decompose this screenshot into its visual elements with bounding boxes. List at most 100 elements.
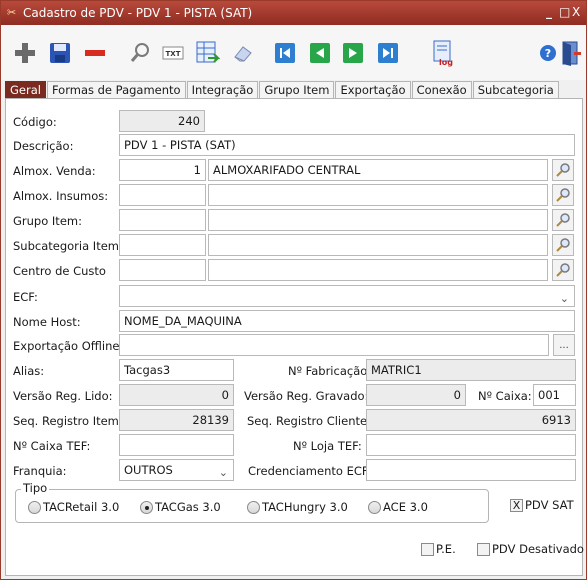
versao-reg-lido-label: Versão Reg. Lido: <box>13 389 113 403</box>
delete-icon[interactable] <box>81 39 109 67</box>
tab-subcategoria[interactable]: Subcategoria <box>472 81 559 99</box>
pe-label: P.E. <box>436 542 456 556</box>
ecf-label: ECF: <box>13 290 38 304</box>
n-caixa-tef-label: Nº Caixa TEF: <box>13 439 91 453</box>
save-icon[interactable] <box>46 39 74 67</box>
app-icon: ✂ <box>7 6 17 19</box>
tab-bar: Geral Formas de Pagamento Integração Gru… <box>5 81 560 99</box>
radio-ace[interactable]: ACE 3.0 <box>368 500 428 514</box>
radio-ace-label: ACE 3.0 <box>383 500 428 514</box>
franquia-select[interactable]: OUTROS ⌄ <box>119 459 234 481</box>
maximize-button[interactable]: □ <box>559 5 570 19</box>
descricao-field[interactable]: PDV 1 - PISTA (SAT) <box>119 134 575 156</box>
exportacao-offline-browse-button[interactable]: ... <box>553 334 575 356</box>
tab-grupo-item[interactable]: Grupo Item <box>259 81 335 99</box>
subcategoria-item-search-button[interactable] <box>552 234 574 256</box>
checkbox-icon <box>477 542 490 556</box>
export-grid-icon[interactable] <box>193 39 221 67</box>
chevron-down-icon: ⌄ <box>559 292 569 305</box>
last-record-icon[interactable] <box>374 39 402 67</box>
svg-text:TXT: TXT <box>166 50 181 58</box>
almox-insumos-search-button[interactable] <box>552 184 574 206</box>
add-icon[interactable] <box>11 39 39 67</box>
first-record-icon[interactable] <box>271 39 299 67</box>
seq-registro-cliente-label: Seq. Registro Cliente: <box>247 414 371 428</box>
almox-insumos-code-field[interactable] <box>119 184 206 206</box>
franquia-label: Franquia: <box>13 464 67 478</box>
log-icon[interactable]: log <box>429 39 457 67</box>
centro-custo-name-field[interactable] <box>208 259 548 281</box>
almox-venda-code-field[interactable]: 1 <box>119 159 206 181</box>
credenciamento-ecf-field[interactable] <box>366 459 576 481</box>
search-icon <box>556 163 570 177</box>
grupo-item-code-field[interactable] <box>119 209 206 231</box>
centro-custo-search-button[interactable] <box>552 259 574 281</box>
pdv-desativado-label: PDV Desativado <box>492 542 584 556</box>
almox-insumos-label: Almox. Insumos: <box>13 189 109 203</box>
grupo-item-label: Grupo Item: <box>13 214 82 228</box>
almox-venda-label: Almox. Venda: <box>13 164 96 178</box>
window-title: Cadastro de PDV - PDV 1 - PISTA (SAT) <box>23 6 253 20</box>
almox-venda-search-button[interactable] <box>552 159 574 181</box>
seq-registro-item-field[interactable]: 28139 <box>119 409 234 431</box>
versao-reg-lido-field[interactable]: 0 <box>119 384 234 406</box>
close-button[interactable]: X <box>572 5 580 19</box>
grupo-item-name-field[interactable] <box>208 209 548 231</box>
svg-text:?: ? <box>545 47 551 60</box>
pdv-sat-checkbox[interactable]: X PDV SAT <box>510 498 574 512</box>
n-caixa-field[interactable]: 001 <box>533 384 576 406</box>
seq-registro-cliente-field[interactable]: 6913 <box>366 409 576 431</box>
subcategoria-item-code-field[interactable] <box>119 234 206 256</box>
checkbox-checked-icon: X <box>510 498 523 512</box>
search-icon <box>556 213 570 227</box>
seq-registro-item-label: Seq. Registro Item: <box>13 414 123 428</box>
codigo-field[interactable]: 240 <box>119 110 205 132</box>
tab-formas-pagamento[interactable]: Formas de Pagamento <box>46 81 186 99</box>
next-record-icon[interactable] <box>339 39 367 67</box>
radio-button-icon <box>28 500 41 514</box>
pe-checkbox[interactable]: P.E. <box>421 542 456 556</box>
tipo-group-title: Tipo <box>21 481 50 495</box>
txt-icon[interactable]: TXT <box>159 39 187 67</box>
exit-icon[interactable] <box>557 39 585 67</box>
tab-conexao[interactable]: Conexão <box>411 81 472 99</box>
chevron-down-icon: ⌄ <box>218 466 228 479</box>
n-caixa-label: Nº Caixa: <box>478 389 532 403</box>
tab-geral[interactable]: Geral <box>5 81 46 99</box>
search-icon <box>556 238 570 252</box>
radio-tacretail[interactable]: TACRetail 3.0 <box>28 500 119 514</box>
grupo-item-search-button[interactable] <box>552 209 574 231</box>
eraser-icon[interactable] <box>229 39 257 67</box>
n-loja-tef-field[interactable] <box>366 434 576 456</box>
centro-custo-label: Centro de Custo <box>13 264 106 278</box>
search-icon[interactable] <box>126 39 154 67</box>
n-fabricacao-label: Nº Fabricação: <box>288 364 372 378</box>
ecf-select[interactable]: ⌄ <box>119 285 575 307</box>
tab-integracao[interactable]: Integração <box>186 81 259 99</box>
radio-tacgas[interactable]: TACGas 3.0 <box>140 500 221 514</box>
exportacao-offline-field[interactable] <box>119 334 549 356</box>
n-loja-tef-label: Nº Loja TEF: <box>293 439 362 453</box>
alias-field[interactable]: Tacgas3 <box>119 359 234 381</box>
tab-exportacao[interactable]: Exportação <box>335 81 411 99</box>
minimize-button[interactable]: _ <box>546 5 552 19</box>
radio-tacgas-label: TACGas 3.0 <box>155 500 221 514</box>
n-fabricacao-field[interactable]: MATRIC1 <box>366 359 576 381</box>
credenciamento-ecf-label: Credenciamento ECF: <box>248 464 372 478</box>
radio-tachungry[interactable]: TACHungry 3.0 <box>247 500 348 514</box>
franquia-value: OUTROS <box>124 463 173 477</box>
centro-custo-code-field[interactable] <box>119 259 206 281</box>
n-caixa-tef-field[interactable] <box>119 434 234 456</box>
pdv-sat-label: PDV SAT <box>525 498 574 512</box>
svg-text:log: log <box>439 58 453 67</box>
previous-record-icon[interactable] <box>306 39 334 67</box>
nome-host-field[interactable]: NOME_DA_MAQUINA <box>119 310 575 332</box>
pdv-desativado-checkbox[interactable]: PDV Desativado <box>477 542 584 556</box>
almox-venda-name-field[interactable]: ALMOXARIFADO CENTRAL <box>208 159 548 181</box>
versao-reg-gravado-field[interactable]: 0 <box>366 384 466 406</box>
almox-insumos-name-field[interactable] <box>208 184 548 206</box>
radio-button-icon <box>368 500 381 514</box>
subcategoria-item-label: Subcategoria Item: <box>13 239 123 253</box>
subcategoria-item-name-field[interactable] <box>208 234 548 256</box>
search-icon <box>556 188 570 202</box>
